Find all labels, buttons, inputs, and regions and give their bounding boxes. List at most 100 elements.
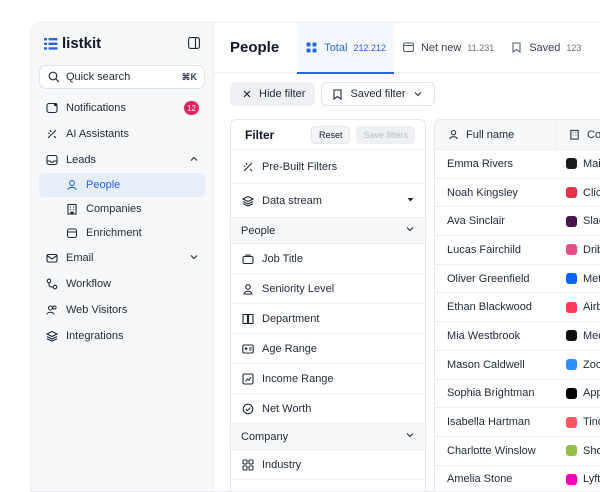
company-logo-icon: [566, 244, 577, 256]
hide-filter-button[interactable]: Hide filter: [230, 82, 316, 106]
table-row[interactable]: Ava Sinclair Slac: [435, 207, 600, 237]
user-icon: [447, 128, 460, 141]
sidebar-item-companies[interactable]: Companies: [39, 197, 205, 221]
filter-age-range[interactable]: Age Range: [231, 334, 425, 364]
layers-icon: [45, 330, 58, 343]
building-icon: [568, 128, 581, 141]
sidebar-item-email[interactable]: Email: [39, 245, 205, 271]
save-filters-button[interactable]: Save filters: [356, 125, 415, 144]
tab-label: Net new: [420, 41, 462, 54]
table-row[interactable]: Lucas Fairchild Drib: [435, 236, 600, 265]
cell-full-name: Ethan Blackwood: [447, 301, 532, 314]
app-logo[interactable]: listkit: [44, 35, 101, 52]
filter-seniority-level[interactable]: Seniority Level: [231, 274, 425, 304]
filter-header: Filter Reset Save filters: [231, 120, 425, 150]
cell-full-name: Mia Westbrook: [447, 329, 521, 342]
check-circle-icon: [241, 402, 254, 415]
sidebar-item-workflow[interactable]: Workflow: [39, 271, 205, 297]
company-name: Zoo: [583, 358, 600, 371]
layers-icon: [241, 194, 254, 207]
filter-label: Department: [262, 312, 320, 325]
company-logo-icon: [566, 301, 577, 313]
filter-job-title[interactable]: Job Title: [231, 244, 425, 274]
table-row[interactable]: Emma Rivers Mai: [435, 150, 600, 179]
app-name: listkit: [62, 35, 102, 52]
reset-button[interactable]: Reset: [310, 125, 351, 144]
cell-full-name: Emma Rivers: [447, 157, 514, 170]
tab-label: Total: [324, 41, 348, 54]
sidebar: listkit Quick search ⌘K Notifications 12…: [31, 23, 213, 491]
filter-industry[interactable]: Industry: [231, 450, 425, 480]
table-row[interactable]: Mia Westbrook Med: [435, 322, 600, 351]
filter-net-worth[interactable]: Net Worth: [231, 394, 425, 424]
database-icon: [65, 227, 78, 240]
filter-label: Seniority Level: [262, 282, 335, 295]
sidebar-item-label: Companies: [86, 203, 142, 215]
group-label: People: [241, 224, 276, 237]
cell-company: Med: [556, 330, 600, 342]
sidebar-item-web-visitors[interactable]: Web Visitors: [39, 297, 205, 323]
sidebar-item-people[interactable]: People: [39, 173, 205, 197]
sidebar-item-label: Leads: [66, 154, 96, 166]
filter-income-range[interactable]: Income Range: [231, 364, 425, 394]
company-name: Lyft: [583, 473, 600, 486]
table-row[interactable]: Isabella Hartman Tind: [435, 408, 600, 437]
sidebar-item-enrichment[interactable]: Enrichment: [39, 221, 205, 245]
company-logo-icon: [566, 158, 577, 170]
sidebar-item-integrations[interactable]: Integrations: [39, 323, 205, 349]
close-icon: [240, 88, 253, 101]
sidebar-toggle-icon[interactable]: [188, 37, 200, 52]
filter-group-people[interactable]: People: [231, 218, 425, 244]
table-row[interactable]: Mason Caldwell Zoo: [435, 351, 600, 380]
chevron-up-icon[interactable]: [189, 154, 199, 167]
sidebar-item-leads[interactable]: Leads: [39, 147, 205, 173]
table-row[interactable]: Oliver Greenfield Met: [435, 265, 600, 294]
company-logo-icon: [566, 215, 577, 227]
filter-prebuilt[interactable]: Pre-Built Filters: [231, 150, 425, 184]
saved-filter-dropdown[interactable]: Saved filter: [321, 82, 435, 106]
chevron-down-icon[interactable]: [189, 252, 199, 265]
window-icon: [402, 41, 415, 54]
company-name: Sho: [583, 444, 600, 457]
search-placeholder: Quick search: [66, 71, 131, 83]
inbox-icon: [45, 154, 58, 167]
filter-department[interactable]: Department: [231, 304, 425, 334]
sidebar-item-notifications[interactable]: Notifications 12: [39, 95, 205, 121]
user-badge-icon: [241, 282, 254, 295]
sidebar-item-label: People: [86, 179, 121, 191]
mail-icon: [45, 252, 58, 265]
cell-company: Zoo: [556, 359, 600, 371]
table-row[interactable]: Ethan Blackwood Airb: [435, 293, 600, 323]
tab-total[interactable]: Total 212.212: [297, 23, 394, 74]
company-name: App: [583, 387, 600, 400]
filter-title: Filter: [245, 127, 275, 142]
bookmark-icon: [331, 88, 344, 101]
hide-filter-label: Hide filter: [259, 88, 306, 100]
cell-full-name: Charlotte Winslow: [447, 444, 536, 457]
search-icon: [47, 71, 60, 84]
table-row[interactable]: Amelia Stone Lyft: [435, 466, 600, 491]
filter-group-company[interactable]: Company: [231, 424, 425, 450]
column-company[interactable]: Co: [556, 128, 600, 141]
user-icon: [65, 179, 78, 192]
tab-count: 11.231: [467, 42, 495, 53]
logo-icon: [44, 37, 58, 50]
table-row[interactable]: Noah Kingsley Clic: [435, 179, 600, 208]
cell-company: Slac: [556, 215, 600, 227]
search-shortcut: ⌘K: [181, 71, 198, 82]
quick-search[interactable]: Quick search ⌘K: [39, 65, 205, 89]
cell-company: Airb: [556, 301, 600, 313]
company-name: Met: [583, 272, 600, 285]
filter-label: Data stream: [262, 194, 322, 207]
company-logo-icon: [566, 416, 577, 428]
tab-net-new[interactable]: Net new 11.231: [394, 23, 502, 73]
table-row[interactable]: Charlotte Winslow Sho: [435, 437, 600, 466]
table-row[interactable]: Sophia Brightman App: [435, 380, 600, 409]
column-full-name[interactable]: Full name: [435, 120, 556, 149]
filter-data-stream[interactable]: Data stream: [231, 184, 425, 218]
toolbar: Hide filter Saved filter: [230, 82, 435, 106]
filter-label: Net Worth: [262, 402, 312, 415]
sidebar-item-ai-assistants[interactable]: AI Assistants: [39, 121, 205, 147]
cell-full-name: Lucas Fairchild: [447, 243, 521, 256]
tab-saved[interactable]: Saved 123: [502, 23, 589, 73]
